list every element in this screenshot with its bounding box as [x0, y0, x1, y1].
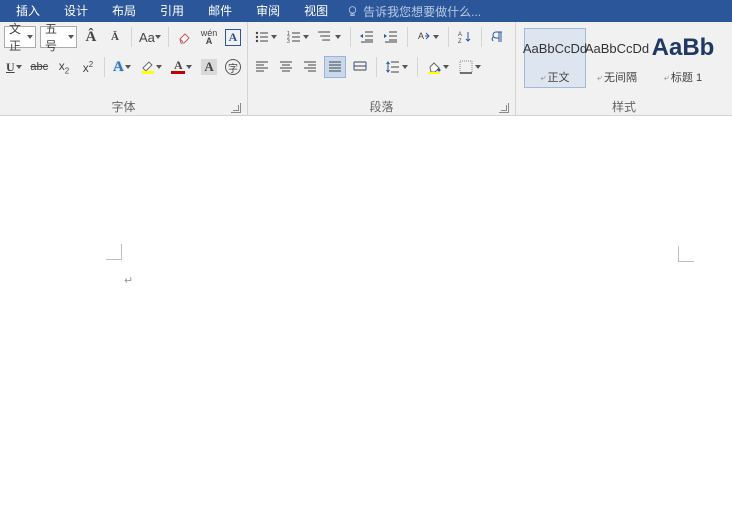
strikethrough-button[interactable]: abc — [28, 56, 50, 78]
lightbulb-icon — [346, 5, 359, 18]
change-case-button[interactable]: Aa — [138, 26, 162, 48]
dropdown-icon — [185, 65, 193, 69]
group-paragraph: 123 A AZ — [248, 22, 516, 115]
group-label-paragraph: 段落 — [252, 97, 511, 115]
eraser-icon — [177, 29, 193, 45]
menu-references[interactable]: 引用 — [148, 0, 196, 22]
font-color-button[interactable]: A — [169, 56, 195, 78]
dropdown-icon — [302, 35, 310, 39]
pilcrow-icon — [490, 29, 506, 45]
line-spacing-button[interactable] — [383, 56, 411, 78]
border-icon — [458, 59, 474, 75]
group-label-styles: 样式 — [520, 97, 728, 115]
paint-bucket-icon — [426, 59, 442, 75]
sort-button[interactable]: AZ — [455, 26, 475, 48]
dropdown-icon — [334, 35, 342, 39]
shading-button[interactable] — [424, 56, 452, 78]
align-justify-icon — [327, 59, 343, 75]
svg-text:A: A — [458, 32, 462, 38]
menu-bar: 插入 设计 布局 引用 邮件 审阅 视图 告诉我您想要做什么... — [0, 0, 732, 22]
text-direction-icon: A — [416, 29, 432, 45]
tell-me[interactable]: 告诉我您想要做什么... — [346, 3, 481, 20]
align-justify-button[interactable] — [324, 56, 346, 78]
distribute-button[interactable] — [350, 56, 370, 78]
dropdown-icon — [401, 65, 409, 69]
dropdown-icon — [155, 65, 163, 69]
dialog-launcher-icon[interactable] — [499, 103, 509, 113]
margin-corner-tr — [678, 246, 694, 262]
style-normal[interactable]: AaBbCcDd 正文 — [524, 28, 586, 88]
align-left-icon — [254, 59, 270, 75]
shrink-font-button[interactable]: Ǎ — [105, 26, 125, 48]
sort-icon: AZ — [457, 29, 473, 45]
group-styles: AaBbCcDd 正文 AaBbCcDd 无间隔 AaBb 标题 1 样式 — [516, 22, 732, 115]
outdent-icon — [359, 29, 375, 45]
multilevel-icon — [318, 29, 334, 45]
menu-review[interactable]: 审阅 — [244, 0, 292, 22]
align-right-button[interactable] — [300, 56, 320, 78]
dropdown-icon — [442, 65, 450, 69]
page[interactable]: ↵ — [0, 116, 732, 510]
highlight-button[interactable] — [138, 56, 166, 78]
show-marks-button[interactable] — [488, 26, 508, 48]
align-right-icon — [302, 59, 318, 75]
text-effects-button[interactable]: A — [111, 56, 134, 78]
align-center-icon — [278, 59, 294, 75]
bullets-button[interactable] — [252, 26, 280, 48]
increase-indent-button[interactable] — [381, 26, 401, 48]
menu-layout[interactable]: 布局 — [100, 0, 148, 22]
underline-button[interactable]: U — [4, 56, 24, 78]
highlighter-icon — [140, 59, 156, 75]
dropdown-icon — [15, 65, 23, 69]
svg-text:A: A — [418, 31, 424, 41]
numbering-icon: 123 — [286, 29, 302, 45]
margin-corner-tl — [106, 244, 122, 260]
style-heading1[interactable]: AaBb 标题 1 — [648, 28, 718, 88]
dropdown-icon — [474, 65, 482, 69]
align-center-button[interactable] — [276, 56, 296, 78]
group-font: 文正 五号 Â Ǎ Aa wénA A U abc x2 x2 A A — [0, 22, 248, 115]
paragraph-mark: ↵ — [124, 274, 133, 287]
style-gallery: AaBbCcDd 正文 AaBbCcDd 无间隔 AaBb 标题 1 — [520, 25, 728, 97]
dropdown-icon — [27, 35, 33, 39]
align-left-button[interactable] — [252, 56, 272, 78]
numbering-button[interactable]: 123 — [284, 26, 312, 48]
svg-text:3: 3 — [287, 39, 290, 45]
svg-text:Z: Z — [458, 39, 462, 45]
dialog-launcher-icon[interactable] — [231, 103, 241, 113]
text-direction-button[interactable]: A — [414, 26, 442, 48]
line-spacing-icon — [385, 59, 401, 75]
menu-design[interactable]: 设计 — [52, 0, 100, 22]
borders-button[interactable] — [456, 56, 484, 78]
dropdown-icon — [124, 65, 132, 69]
menu-insert[interactable]: 插入 — [4, 0, 52, 22]
dropdown-icon — [270, 35, 278, 39]
group-label-font: 字体 — [4, 97, 243, 115]
style-no-spacing[interactable]: AaBbCcDd 无间隔 — [586, 28, 648, 88]
menu-view[interactable]: 视图 — [292, 0, 340, 22]
dropdown-icon — [155, 35, 161, 39]
phonetic-button[interactable]: wénA — [199, 26, 219, 48]
dropdown-icon — [432, 35, 440, 39]
dropdown-icon — [68, 35, 74, 39]
decrease-indent-button[interactable] — [357, 26, 377, 48]
char-shading-button[interactable]: A — [199, 56, 219, 78]
ribbon: 文正 五号 Â Ǎ Aa wénA A U abc x2 x2 A A — [0, 22, 732, 116]
subscript-button[interactable]: x2 — [54, 56, 74, 78]
enclose-char-button[interactable]: 字 — [223, 56, 243, 78]
tell-me-text: 告诉我您想要做什么... — [363, 3, 481, 20]
clear-format-button[interactable] — [175, 26, 195, 48]
superscript-button[interactable]: x2 — [78, 56, 98, 78]
indent-icon — [383, 29, 399, 45]
bullets-icon — [254, 29, 270, 45]
font-size-combo[interactable]: 五号 — [40, 26, 77, 48]
menu-mailings[interactable]: 邮件 — [196, 0, 244, 22]
document-area[interactable]: ↵ — [0, 116, 732, 510]
char-border-button[interactable]: A — [223, 26, 243, 48]
distribute-icon — [352, 59, 368, 75]
font-name-combo[interactable]: 文正 — [4, 26, 36, 48]
grow-font-button[interactable]: Â — [81, 26, 101, 48]
multilevel-button[interactable] — [316, 26, 344, 48]
